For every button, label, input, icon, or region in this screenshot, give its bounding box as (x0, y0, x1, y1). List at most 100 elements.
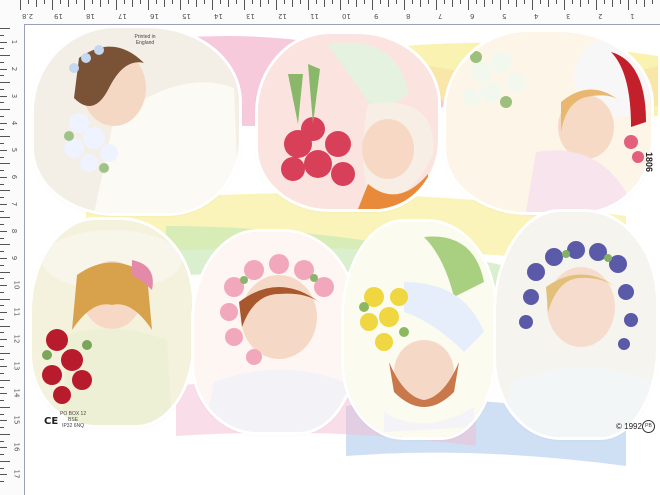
ruler-minor-tick (0, 285, 7, 287)
ruler-minor-tick (0, 440, 4, 442)
ruler-label: 3 (10, 93, 19, 98)
ruler-minor-tick (164, 0, 165, 7)
ruler-tick (0, 82, 10, 84)
ruler-minor-tick (396, 0, 397, 4)
scrap-girl-yellow-flowers[interactable] (344, 222, 494, 437)
ruler-label: 18 (86, 12, 95, 20)
ruler-minor-tick (92, 0, 93, 4)
ruler-minor-tick (60, 0, 61, 4)
ruler-minor-tick (0, 203, 7, 205)
ruler-label: 6 (470, 12, 475, 20)
girl-blue-wreath-illustration (496, 212, 656, 437)
ce-mark: CE (44, 416, 59, 427)
ruler-minor-tick (0, 75, 4, 77)
ruler-minor-tick (188, 0, 189, 4)
ruler-minor-tick (0, 420, 7, 422)
ruler-minor-tick (172, 0, 173, 4)
ruler-minor-tick (0, 197, 4, 199)
ruler-minor-tick (196, 0, 197, 7)
ruler-minor-tick (380, 0, 381, 4)
ruler-tick (436, 0, 437, 10)
ruler-minor-tick (0, 176, 7, 178)
side-code: 1806 (644, 152, 654, 173)
ruler-minor-tick (0, 413, 4, 415)
ruler-label: 2 (598, 12, 603, 20)
ruler-minor-tick (44, 0, 45, 4)
ruler-label: 14 (214, 12, 223, 20)
scrap-girl-flower-crown[interactable] (34, 28, 239, 213)
ruler-label: 17 (118, 12, 127, 20)
ruler-label: 16 (12, 442, 21, 452)
ruler-minor-tick (516, 0, 517, 7)
ruler-minor-tick (252, 0, 253, 4)
ruler-minor-tick (476, 0, 477, 4)
ruler-minor-tick (460, 0, 461, 4)
ruler-label: 11 (12, 307, 21, 317)
ruler-tick (0, 325, 10, 327)
ruler-minor-tick (572, 0, 573, 4)
ruler-minor-tick (0, 95, 7, 97)
scrap-girl-hat-red-roses[interactable] (32, 220, 192, 425)
ruler-minor-tick (556, 0, 557, 4)
ruler-minor-tick (0, 149, 7, 151)
copyright-text: © 1992 (616, 422, 642, 431)
publisher-logo-icon: PB (642, 420, 655, 433)
ruler-tick (0, 109, 10, 111)
ruler-tick (308, 0, 309, 10)
ruler-minor-tick (548, 0, 549, 7)
ruler-minor-tick (0, 34, 4, 36)
girl-bonnet-roses-illustration (258, 34, 438, 209)
ruler-minor-tick (0, 237, 4, 239)
ruler-label: 9 (10, 255, 19, 261)
ruler-label: 9 (374, 12, 379, 20)
ruler-minor-tick (316, 0, 317, 4)
ruler-label: 12 (12, 334, 21, 344)
ruler-minor-tick (588, 0, 589, 4)
ruler-tick (340, 0, 341, 10)
address-block: PO BOX 12 BSE IP32 6NQ (60, 411, 86, 429)
ruler-minor-tick (0, 122, 7, 124)
ruler-minor-tick (0, 224, 4, 226)
scrap-girl-blue-wreath[interactable] (496, 212, 656, 437)
ruler-minor-tick (0, 427, 4, 429)
ruler-minor-tick (0, 41, 7, 43)
ruler-minor-tick (0, 183, 4, 185)
ruler-tick (0, 244, 10, 246)
ruler-tick (0, 136, 10, 138)
ruler-minor-tick (0, 359, 4, 361)
ruler-tick (0, 163, 10, 165)
scrap-girl-pink-wreath[interactable] (194, 232, 354, 432)
girl-yellow-flowers-illustration (344, 222, 494, 437)
ruler-minor-tick (0, 170, 4, 172)
ruler-tick (212, 0, 213, 10)
girl-flower-crown-illustration (34, 28, 239, 213)
ruler-label: 4 (10, 120, 19, 125)
ruler-minor-tick (0, 143, 4, 144)
ruler-minor-tick (540, 0, 541, 4)
ruler-minor-tick (604, 0, 605, 4)
ruler-minor-tick (644, 0, 645, 7)
left-ruler: 1 2 3 4 5 6 7 8 9 10 11 12 13 14 15 16 17 (0, 24, 25, 495)
scrap-girl-white-hat[interactable] (446, 32, 651, 212)
ruler-minor-tick (36, 0, 37, 7)
ruler-tick (276, 0, 277, 10)
ruler-label: 2.8 (22, 12, 34, 20)
ruler-minor-tick (508, 0, 509, 4)
ruler-minor-tick (284, 0, 285, 4)
ruler-minor-tick (0, 264, 4, 266)
ruler-label: 5 (502, 12, 507, 20)
ruler-minor-tick (140, 0, 141, 4)
ruler-minor-tick (0, 332, 4, 334)
ruler-minor-tick (0, 447, 7, 449)
ruler-label: 10 (12, 280, 21, 290)
ruler-minor-tick (300, 0, 301, 4)
scrap-girl-bonnet-roses[interactable] (258, 34, 438, 209)
ruler-minor-tick (76, 0, 77, 4)
ruler-minor-tick (0, 318, 4, 320)
ruler-minor-tick (228, 0, 229, 7)
ruler-tick (372, 0, 373, 10)
ruler-minor-tick (0, 339, 7, 341)
ruler-minor-tick (0, 312, 7, 314)
ruler-tick (0, 406, 10, 408)
ruler-minor-tick (324, 0, 325, 7)
